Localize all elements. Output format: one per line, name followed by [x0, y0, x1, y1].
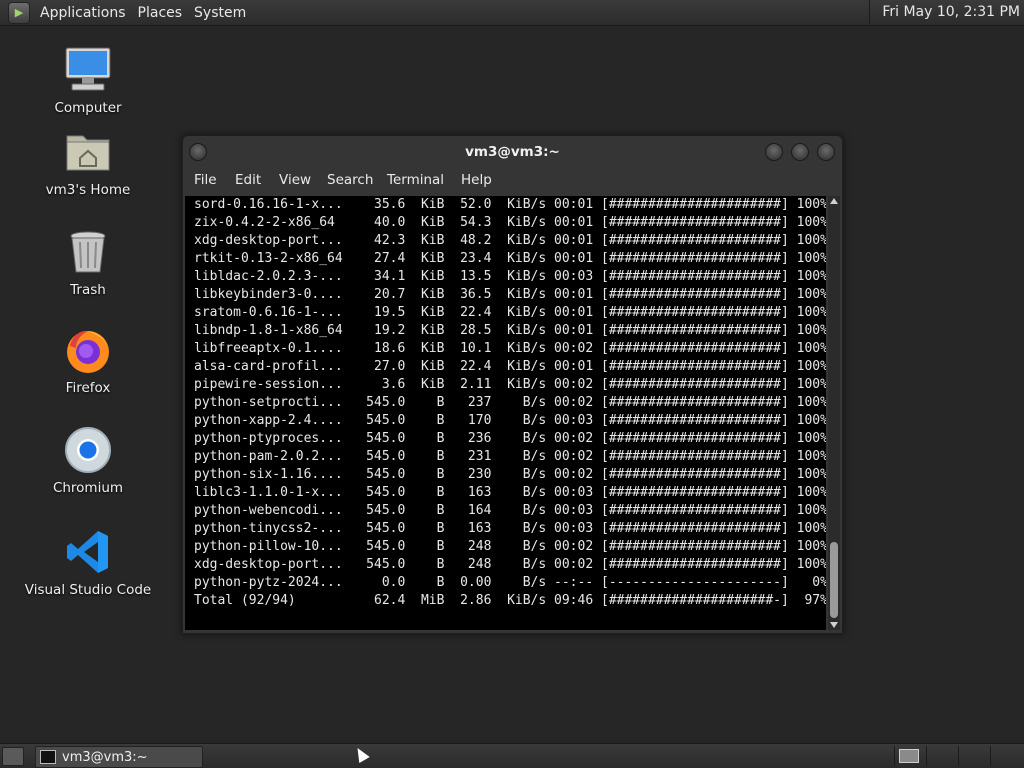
terminal-line: python-ptyproces... 545.0 B 236 B/s 00:0…: [194, 431, 826, 446]
terminal-line: liblc3-1.1.0-1-x... 545.0 B 163 B/s 00:0…: [194, 485, 826, 500]
terminal-window[interactable]: vm3@vm3:~ File Edit View Search Terminal…: [182, 135, 843, 634]
desktop-icon-home[interactable]: vm3's Home: [23, 128, 153, 198]
main-menu-logo-icon[interactable]: ▶: [8, 1, 30, 24]
desktop-icon-label: vm3's Home: [45, 182, 131, 198]
maximize-button[interactable]: [791, 143, 809, 161]
terminal-line: xdg-desktop-port... 42.3 KiB 48.2 KiB/s …: [194, 233, 826, 248]
terminal-line: python-six-1.16.... 545.0 B 230 B/s 00:0…: [194, 467, 826, 482]
show-desktop-icon[interactable]: [2, 747, 24, 766]
terminal-line: python-xapp-2.4.... 545.0 B 170 B/s 00:0…: [194, 413, 826, 428]
scroll-up-arrow-icon[interactable]: [830, 198, 838, 204]
terminal-line: libldac-2.0.2.3-... 34.1 KiB 13.5 KiB/s …: [194, 269, 826, 284]
scrollbar-thumb[interactable]: [830, 542, 838, 618]
terminal-scrollbar[interactable]: [828, 196, 840, 630]
menu-file[interactable]: File: [194, 172, 217, 188]
terminal-line: libkeybinder3-0.... 20.7 KiB 36.5 KiB/s …: [194, 287, 826, 302]
terminal-line: python-pytz-2024... 0.0 B 0.00 B/s --:--…: [194, 575, 826, 590]
desktop-icon-label: Firefox: [65, 380, 111, 396]
workspace-4[interactable]: [990, 746, 1021, 766]
desktop-icon-vscode[interactable]: Visual Studio Code: [23, 528, 153, 598]
desktop-icon-chromium[interactable]: Chromium: [23, 426, 153, 496]
trash-icon: [64, 228, 112, 276]
terminal-line: zix-0.4.2-2-x86_64 40.0 KiB 54.3 KiB/s 0…: [194, 215, 826, 230]
terminal-line: python-setprocti... 545.0 B 237 B/s 00:0…: [194, 395, 826, 410]
workspace-3[interactable]: [958, 746, 989, 766]
terminal-line: xdg-desktop-port... 545.0 B 248 B/s 00:0…: [194, 557, 826, 572]
menu-view[interactable]: View: [279, 172, 311, 188]
menu-help[interactable]: Help: [461, 172, 492, 188]
firefox-icon: [64, 326, 112, 374]
terminal-line: alsa-card-profil... 27.0 KiB 22.4 KiB/s …: [194, 359, 826, 374]
chromium-icon: [64, 426, 112, 474]
desktop-icon-trash[interactable]: Trash: [23, 228, 153, 298]
bottom-panel: vm3@vm3:~: [0, 743, 1024, 768]
desktop-icon-label: Trash: [70, 282, 106, 298]
minimize-button[interactable]: [765, 143, 783, 161]
terminal-line: Total (92/94) 62.4 MiB 2.86 KiB/s 09:46 …: [194, 593, 826, 608]
terminal-line: python-pillow-10... 545.0 B 248 B/s 00:0…: [194, 539, 826, 554]
clock[interactable]: Fri May 10, 2:31 PM: [869, 0, 1024, 25]
terminal-menubar: File Edit View Search Terminal Help: [183, 168, 842, 195]
terminal-line: python-webencodi... 545.0 B 164 B/s 00:0…: [194, 503, 826, 518]
menu-terminal[interactable]: Terminal: [387, 172, 444, 188]
desktop-icon-label: Chromium: [52, 480, 124, 496]
terminal-line: python-pam-2.0.2... 545.0 B 231 B/s 00:0…: [194, 449, 826, 464]
menu-edit[interactable]: Edit: [235, 172, 261, 188]
desktop-icon-label: Computer: [54, 100, 122, 116]
terminal-icon: [40, 750, 56, 764]
menu-system[interactable]: System: [188, 5, 252, 21]
menu-applications[interactable]: Applications: [34, 5, 132, 21]
terminal-output[interactable]: sord-0.16.16-1-x... 35.6 KiB 52.0 KiB/s …: [185, 196, 826, 630]
window-title: vm3@vm3:~: [465, 144, 560, 160]
taskbar-item-terminal[interactable]: vm3@vm3:~: [35, 746, 203, 768]
window-titlebar[interactable]: vm3@vm3:~: [183, 136, 842, 168]
workspace-1[interactable]: [894, 746, 925, 766]
menu-search[interactable]: Search: [327, 172, 373, 188]
terminal-line: sratom-0.6.16-1-... 19.5 KiB 22.4 KiB/s …: [194, 305, 826, 320]
menu-places[interactable]: Places: [132, 5, 189, 21]
scroll-down-arrow-icon[interactable]: [830, 622, 838, 628]
desktop-icon-computer[interactable]: Computer: [23, 46, 153, 116]
terminal-line: python-tinycss2-... 545.0 B 163 B/s 00:0…: [194, 521, 826, 536]
taskbar-item-label: vm3@vm3:~: [62, 749, 148, 765]
computer-icon: [64, 46, 112, 94]
terminal-line: libfreeaptx-0.1.... 18.6 KiB 10.1 KiB/s …: [194, 341, 826, 356]
terminal-line: pipewire-session... 3.6 KiB 2.11 KiB/s 0…: [194, 377, 826, 392]
top-panel: ▶ Applications Places System Fri May 10,…: [0, 0, 1024, 26]
terminal-line: sord-0.16.16-1-x... 35.6 KiB 52.0 KiB/s …: [194, 197, 826, 212]
terminal-line: libndp-1.8-1-x86_64 19.2 KiB 28.5 KiB/s …: [194, 323, 826, 338]
vscode-icon: [64, 528, 112, 576]
close-button[interactable]: [817, 143, 835, 161]
home-folder-icon: [64, 128, 112, 176]
terminal-line: rtkit-0.13-2-x86_64 27.4 KiB 23.4 KiB/s …: [194, 251, 826, 266]
desktop-icon-firefox[interactable]: Firefox: [23, 326, 153, 396]
desktop-icon-label: Visual Studio Code: [24, 582, 152, 598]
workspace-2[interactable]: [926, 746, 957, 766]
